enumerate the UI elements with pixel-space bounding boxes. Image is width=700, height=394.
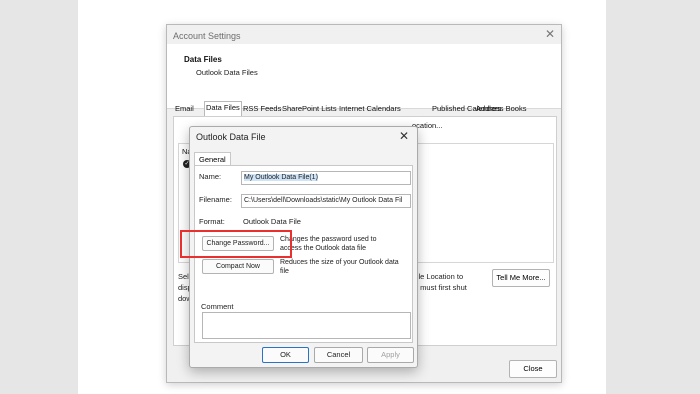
outlook-data-file-dialog: Outlook Data File ✕ General Name: My Out… xyxy=(180,126,418,368)
comment-label: Comment xyxy=(201,302,234,311)
tab-general[interactable]: General xyxy=(194,152,231,166)
modal-title: Outlook Data File xyxy=(196,132,266,142)
tab-address-books[interactable]: Address Books xyxy=(475,103,527,115)
general-panel: Name: My Outlook Data File(1) Filename: … xyxy=(180,165,413,343)
apply-button[interactable]: Apply xyxy=(367,347,414,363)
cancel-button[interactable]: Cancel xyxy=(314,347,363,363)
filename-label: Filename: xyxy=(199,195,232,204)
header-subtitle: Outlook Data Files xyxy=(196,68,258,77)
compact-now-button[interactable]: Compact Now xyxy=(202,259,274,274)
close-icon[interactable]: ✕ xyxy=(545,27,555,41)
format-value: Outlook Data File xyxy=(243,217,301,226)
filename-field[interactable]: C:\Users\dell\Downloads\static\My Outloo… xyxy=(241,194,411,208)
format-label: Format: xyxy=(199,217,225,226)
tab-email[interactable]: Email xyxy=(174,103,195,115)
tab-sharepoint-lists[interactable]: SharePoint Lists xyxy=(281,103,338,115)
dialog-title: Account Settings xyxy=(173,31,241,41)
info-text-right: n File Location to you must first shut xyxy=(406,272,467,292)
name-label: Name: xyxy=(199,172,222,181)
name-field[interactable]: My Outlook Data File(1) xyxy=(241,171,411,185)
header-title: Data Files xyxy=(184,55,222,64)
compact-now-description: Reduces the size of your Outlook data fi… xyxy=(280,259,399,275)
change-password-description: Changes the password used to access the … xyxy=(280,236,377,252)
tab-rss-feeds[interactable]: RSS Feeds xyxy=(242,103,282,115)
tab-internet-calendars[interactable]: Internet Calendars xyxy=(338,103,402,115)
tell-me-more-button[interactable]: Tell Me More... xyxy=(492,269,550,287)
close-button[interactable]: Close xyxy=(509,360,557,378)
ok-button[interactable]: OK xyxy=(262,347,309,363)
dialog-header: Data Files Outlook Data Files xyxy=(167,44,561,109)
comment-textarea[interactable] xyxy=(202,312,411,339)
name-value: My Outlook Data File(1) xyxy=(244,174,318,181)
close-icon[interactable]: ✕ xyxy=(399,129,409,143)
tab-data-files[interactable]: Data Files xyxy=(204,101,242,116)
highlight-box xyxy=(180,230,292,258)
